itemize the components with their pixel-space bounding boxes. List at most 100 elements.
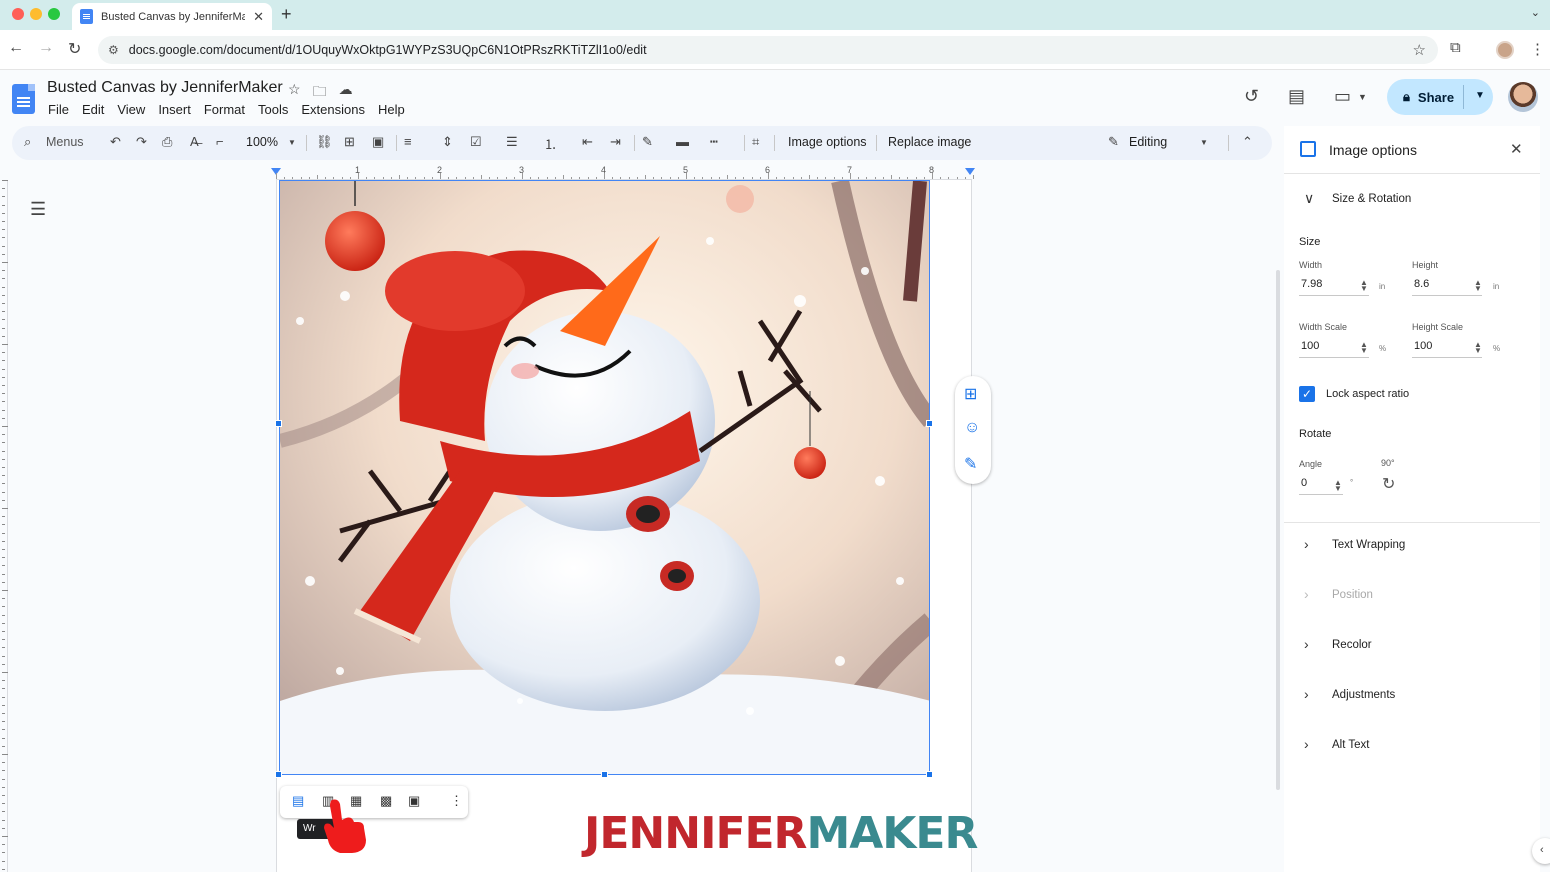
editing-mode-select[interactable]: Editing [1129,135,1167,149]
size-rotation-section-toggle[interactable]: ∨ Size & Rotation [1284,180,1540,220]
resize-handle[interactable] [275,771,282,778]
account-avatar[interactable] [1508,82,1538,112]
vertical-ruler[interactable] [0,180,8,872]
ruler-tick [317,175,318,179]
link-icon[interactable]: ⛓ [316,134,333,150]
height-stepper-icon[interactable]: ▲ ▼ [1474,279,1482,293]
lock-aspect-ratio-label[interactable]: Lock aspect ratio [1326,388,1409,400]
width-field[interactable]: 7.98 [1299,274,1369,296]
suggest-edits-icon[interactable]: ✎ [964,454,977,474]
extensions-icon[interactable]: ⧉ [1450,39,1461,56]
back-icon[interactable]: ← [8,39,24,57]
crop-icon[interactable]: ⌗ [752,134,759,150]
bookmark-star-icon[interactable]: ☆ [1413,41,1426,59]
menu-edit[interactable]: Edit [82,102,109,117]
border-weight-icon[interactable]: ▬ [676,134,689,149]
mode-dropdown-icon[interactable]: ▼ [1200,138,1208,147]
browser-profile-avatar[interactable] [1496,41,1514,59]
tab-close-icon[interactable]: ✕ [253,9,264,25]
behind-text-icon[interactable]: ▩ [380,793,392,809]
replace-image-button[interactable]: Replace image [888,135,971,149]
new-tab-icon[interactable]: + [281,4,292,25]
resize-handle[interactable] [275,420,282,427]
horizontal-ruler[interactable]: 1 2 3 4 5 6 7 8 [271,164,975,180]
tab-search-icon[interactable]: ⌄ [1531,6,1540,19]
align-icon[interactable]: ≡ [404,134,412,149]
border-color-icon[interactable]: ✎ [642,134,653,150]
height-field[interactable]: 8.6 [1412,274,1482,296]
in-front-of-text-icon[interactable]: ▣ [408,793,420,809]
close-window-button[interactable] [12,8,24,20]
share-dropdown-icon[interactable]: ▼ [1475,90,1485,101]
width-scale-stepper-icon[interactable]: ▲ ▼ [1360,341,1368,355]
spellcheck-icon[interactable]: A̶ [190,134,199,149]
menus-search[interactable]: Menus [46,135,84,149]
close-panel-icon[interactable]: ✕ [1510,140,1523,158]
reload-icon[interactable]: ↻ [68,39,81,59]
more-options-icon[interactable]: ⋮ [450,793,463,809]
decrease-indent-icon[interactable]: ⇤ [582,134,593,150]
alt-text-section-toggle[interactable]: › Alt Text [1284,726,1540,766]
text-wrapping-section-toggle[interactable]: › Text Wrapping [1284,526,1540,566]
rotate-90-icon[interactable]: ↻ [1382,474,1395,494]
share-button[interactable]: 🔒︎ Share ▼ [1387,79,1493,115]
recolor-section-toggle[interactable]: › Recolor [1284,626,1540,666]
search-icon[interactable]: ⌕ [24,134,31,150]
add-comment-icon[interactable]: ⊞ [344,134,355,150]
resize-handle[interactable] [926,771,933,778]
redo-icon[interactable]: ↷ [136,134,147,150]
document-scrollbar[interactable] [1276,270,1280,790]
ruler-tick [2,393,5,395]
lock-aspect-ratio-checkbox[interactable]: ✓ [1299,386,1315,402]
menu-view[interactable]: View [117,102,150,117]
menu-format[interactable]: Format [204,102,250,117]
document-outline-icon[interactable]: ☰ [30,199,46,220]
document-title[interactable]: Busted Canvas by JenniferMaker [47,79,283,97]
meet-icon[interactable]: ▭ [1334,86,1351,107]
angle-stepper-icon[interactable]: ▲ ▼ [1334,479,1342,493]
menu-file[interactable]: File [48,102,74,117]
zoom-select[interactable]: 100% [246,135,278,149]
zoom-dropdown-icon[interactable]: ▼ [288,138,296,147]
right-indent-marker[interactable] [965,168,975,175]
image-options-button[interactable]: Image options [788,135,867,149]
numbered-list-icon[interactable]: ⒈ [544,134,557,153]
forward-icon[interactable]: → [38,39,54,57]
width-stepper-icon[interactable]: ▲ ▼ [1360,279,1368,293]
adjustments-section-toggle[interactable]: › Adjustments [1284,676,1540,716]
comments-icon[interactable]: ▤ [1288,86,1305,107]
height-scale-stepper-icon[interactable]: ▲ ▼ [1474,341,1482,355]
resize-handle[interactable] [601,771,608,778]
add-emoji-reaction-icon[interactable]: ☺ [964,419,980,437]
line-spacing-icon[interactable]: ⇕ [442,134,453,150]
add-comment-icon[interactable]: ⊞ [964,384,977,404]
print-icon[interactable]: ⎙ [162,134,172,150]
insert-image-icon[interactable]: ▣ [372,134,384,150]
menu-help[interactable]: Help [378,102,410,117]
browser-menu-icon[interactable]: ⋮ [1530,40,1545,58]
minimize-window-button[interactable] [30,8,42,20]
maximize-window-button[interactable] [48,8,60,20]
version-history-icon[interactable]: ↺ [1244,86,1259,107]
browser-tab[interactable]: Busted Canvas by JenniferMa ✕ [72,3,272,30]
height-scale-field[interactable]: 100 [1412,336,1482,358]
site-settings-icon[interactable]: ⚙ [108,43,119,57]
snowman-image[interactable] [279,180,930,775]
increase-indent-icon[interactable]: ⇥ [610,134,621,150]
undo-icon[interactable]: ↶ [110,134,121,150]
menu-insert[interactable]: Insert [158,102,196,117]
resize-handle[interactable] [926,420,933,427]
inline-wrap-icon[interactable]: ▤ [292,793,304,809]
bulleted-list-icon[interactable]: ☰ [506,134,518,150]
meet-dropdown-icon[interactable]: ▼ [1358,92,1367,102]
menu-tools[interactable]: Tools [258,102,293,117]
docs-logo-icon[interactable] [12,84,35,114]
jennifermaker-watermark: JENNIFERMAKER [584,808,978,859]
menu-extensions[interactable]: Extensions [301,102,370,117]
checklist-icon[interactable]: ☑ [470,134,482,150]
hide-menus-icon[interactable]: ⌃ [1242,134,1253,150]
paint-format-icon[interactable]: ⌐ [216,134,224,149]
border-dash-icon[interactable]: ┅ [710,134,718,150]
width-scale-field[interactable]: 100 [1299,336,1369,358]
url-field[interactable]: ⚙ docs.google.com/document/d/1OUquyWxOkt… [98,36,1438,64]
